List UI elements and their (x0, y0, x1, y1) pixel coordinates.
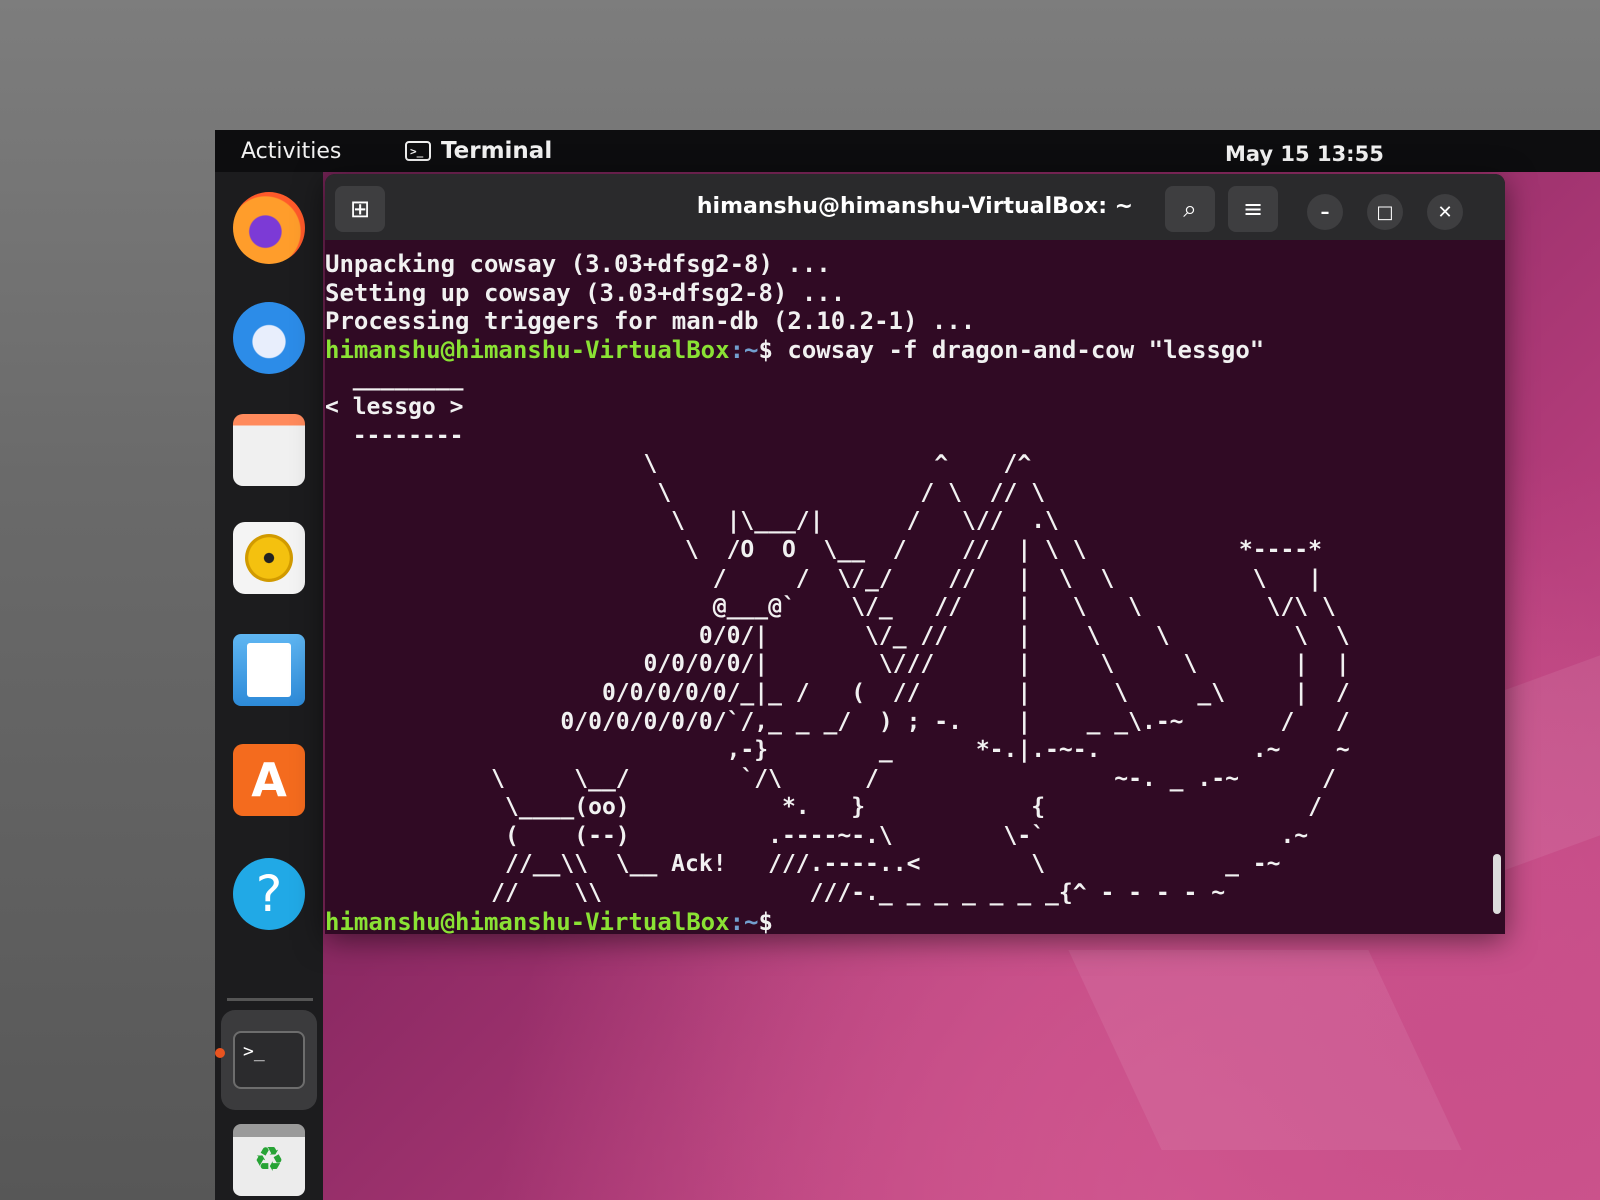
activities-button[interactable]: Activities (241, 139, 341, 164)
prompt-path: :~ (729, 907, 759, 934)
dock-separator (227, 998, 313, 1001)
terminal-output[interactable]: Unpacking cowsay (3.03+dfsg2-8) ... Sett… (325, 244, 1485, 934)
document-icon (247, 643, 291, 697)
desktop-screen: Activities >_ Terminal May 15 13:55 A ? … (215, 130, 1600, 1200)
hamburger-icon: ≡ (1242, 195, 1264, 223)
prompt-user: himanshu@himanshu-VirtualBox (325, 335, 730, 364)
output-line: Unpacking cowsay (3.03+dfsg2-8) ... (325, 250, 831, 278)
close-button[interactable]: ✕ (1427, 194, 1463, 230)
help-icon[interactable]: ? (233, 858, 305, 930)
speaker-icon (245, 534, 293, 582)
app-menu[interactable]: >_ Terminal (405, 138, 552, 164)
command-line: himanshu@himanshu-VirtualBox:~$ cowsay -… (325, 336, 1485, 365)
thunderbird-icon[interactable] (233, 302, 305, 374)
top-bar: Activities >_ Terminal May 15 13:55 (215, 130, 1600, 172)
prompt-path: :~ (729, 335, 759, 364)
clock[interactable]: May 15 13:55 (1225, 142, 1384, 166)
app-menu-label: Terminal (441, 138, 553, 164)
search-button[interactable]: ⌕ (1165, 186, 1215, 232)
trash-icon[interactable]: ♻ (233, 1124, 305, 1196)
terminal-icon: >_ (233, 1031, 305, 1089)
libreoffice-writer-icon[interactable] (233, 634, 305, 706)
output-line: Setting up cowsay (3.03+dfsg2-8) ... (325, 278, 846, 307)
files-icon[interactable] (233, 414, 305, 486)
firefox-icon[interactable] (233, 192, 305, 264)
running-indicator (215, 1048, 225, 1058)
dock: A ? >_ ♻ (215, 172, 323, 1200)
terminal-dock-button[interactable]: >_ (221, 1010, 317, 1110)
software-icon[interactable]: A (233, 744, 305, 816)
maximize-button[interactable]: □ (1367, 194, 1403, 230)
menu-button[interactable]: ≡ (1228, 186, 1278, 232)
scrollbar[interactable] (1493, 854, 1501, 914)
cowsay-ascii-art: ________ < lessgo > -------- \ ^ /^ \ / … (325, 365, 1350, 907)
rhythmbox-icon[interactable] (233, 522, 305, 594)
minimize-button[interactable]: – (1307, 194, 1343, 230)
prompt-symbol: $ (758, 907, 773, 934)
search-icon: ⌕ (1183, 195, 1197, 223)
prompt-symbol: $ (758, 335, 773, 364)
command-text: cowsay -f dragon-and-cow "lessgo" (772, 335, 1265, 364)
wallpaper-facet (1068, 950, 1462, 1150)
prompt-user: himanshu@himanshu-VirtualBox (325, 907, 730, 934)
terminal-header-bar[interactable]: ⊞ himanshu@himanshu-VirtualBox: ~ ⌕ ≡ – … (325, 174, 1505, 240)
terminal-icon: >_ (405, 141, 431, 161)
output-line: Processing triggers for man-db (2.10.2-1… (325, 307, 976, 336)
terminal-window[interactable]: ⊞ himanshu@himanshu-VirtualBox: ~ ⌕ ≡ – … (325, 174, 1505, 934)
final-prompt-line[interactable]: himanshu@himanshu-VirtualBox:~$ (325, 908, 1485, 934)
